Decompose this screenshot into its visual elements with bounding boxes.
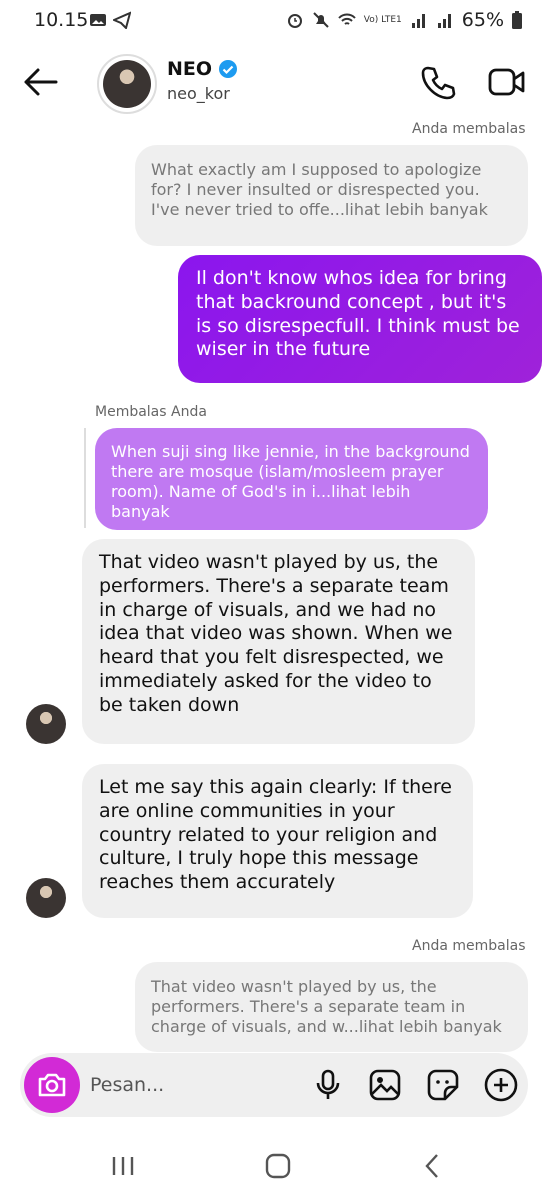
reply-meta-label: Membalas Anda bbox=[95, 404, 207, 420]
telegram-notification-icon bbox=[113, 11, 131, 29]
mic-icon[interactable] bbox=[310, 1067, 346, 1103]
quoted-message-bubble[interactable]: That video wasn't played by us, the perf… bbox=[135, 962, 528, 1052]
alarm-icon bbox=[287, 14, 302, 28]
quoted-message-text: When suji sing like jennie, in the backg… bbox=[111, 442, 470, 501]
signal-icon bbox=[437, 14, 451, 28]
quoted-message-bubble[interactable]: What exactly am I supposed to apologize … bbox=[135, 145, 528, 246]
sender-avatar[interactable] bbox=[26, 704, 66, 744]
reply-meta-label: Anda membalas bbox=[412, 938, 526, 954]
nav-back-icon[interactable] bbox=[413, 1149, 453, 1183]
message-text: Let me say this again clearly: If there … bbox=[99, 776, 452, 893]
gallery-notification-icon bbox=[90, 14, 106, 26]
phone-icon[interactable] bbox=[420, 64, 456, 100]
quoted-message-bubble[interactable]: When suji sing like jennie, in the backg… bbox=[95, 428, 488, 530]
signal-icon bbox=[411, 14, 425, 28]
camera-button[interactable] bbox=[24, 1057, 80, 1113]
profile-name: NEO bbox=[167, 58, 213, 80]
reply-quote-bar bbox=[84, 428, 86, 528]
incoming-message-bubble[interactable]: Let me say this again clearly: If there … bbox=[82, 764, 473, 918]
profile-handle[interactable]: neo_kor bbox=[167, 84, 230, 103]
sender-avatar[interactable] bbox=[26, 878, 66, 918]
chat-header: NEO neo_kor bbox=[0, 44, 554, 120]
system-nav-bar bbox=[0, 1135, 554, 1200]
message-text: That video wasn't played by us, the perf… bbox=[99, 551, 453, 716]
message-input[interactable] bbox=[88, 1069, 292, 1101]
mute-icon bbox=[313, 12, 329, 28]
status-time: 10.15 bbox=[34, 9, 89, 31]
verified-icon bbox=[219, 60, 238, 78]
battery-percent: 65% bbox=[461, 9, 504, 31]
see-more-link[interactable]: lihat lebih banyak bbox=[345, 200, 488, 219]
profile-name-row[interactable]: NEO bbox=[167, 58, 238, 80]
incoming-message-bubble[interactable]: That video wasn't played by us, the perf… bbox=[82, 539, 475, 744]
back-arrow-icon[interactable] bbox=[20, 64, 60, 100]
reply-meta-label: Anda membalas bbox=[412, 121, 526, 137]
status-system-icons: Vo) LTE1 65% bbox=[286, 9, 522, 31]
wifi-icon bbox=[338, 13, 356, 25]
profile-avatar[interactable] bbox=[97, 54, 157, 114]
status-bar: 10.15 Vo) LTE1 65% bbox=[0, 0, 554, 40]
network-label: Vo) LTE1 bbox=[363, 14, 402, 25]
status-notification-icons bbox=[89, 11, 131, 29]
outgoing-message-bubble[interactable]: Il don't know whos idea for bring that b… bbox=[178, 255, 542, 383]
sticker-icon[interactable] bbox=[425, 1067, 461, 1103]
camera-icon bbox=[38, 1073, 66, 1097]
video-icon[interactable] bbox=[487, 66, 527, 98]
home-icon[interactable] bbox=[258, 1149, 298, 1183]
image-icon[interactable] bbox=[367, 1067, 403, 1103]
message-text: Il don't know whos idea for bring that b… bbox=[196, 267, 520, 361]
recents-icon[interactable] bbox=[103, 1149, 143, 1183]
see-more-link[interactable]: lihat lebih banyak bbox=[359, 1017, 502, 1036]
battery-icon bbox=[512, 11, 522, 29]
plus-icon[interactable] bbox=[483, 1067, 519, 1103]
message-composer bbox=[20, 1053, 528, 1117]
